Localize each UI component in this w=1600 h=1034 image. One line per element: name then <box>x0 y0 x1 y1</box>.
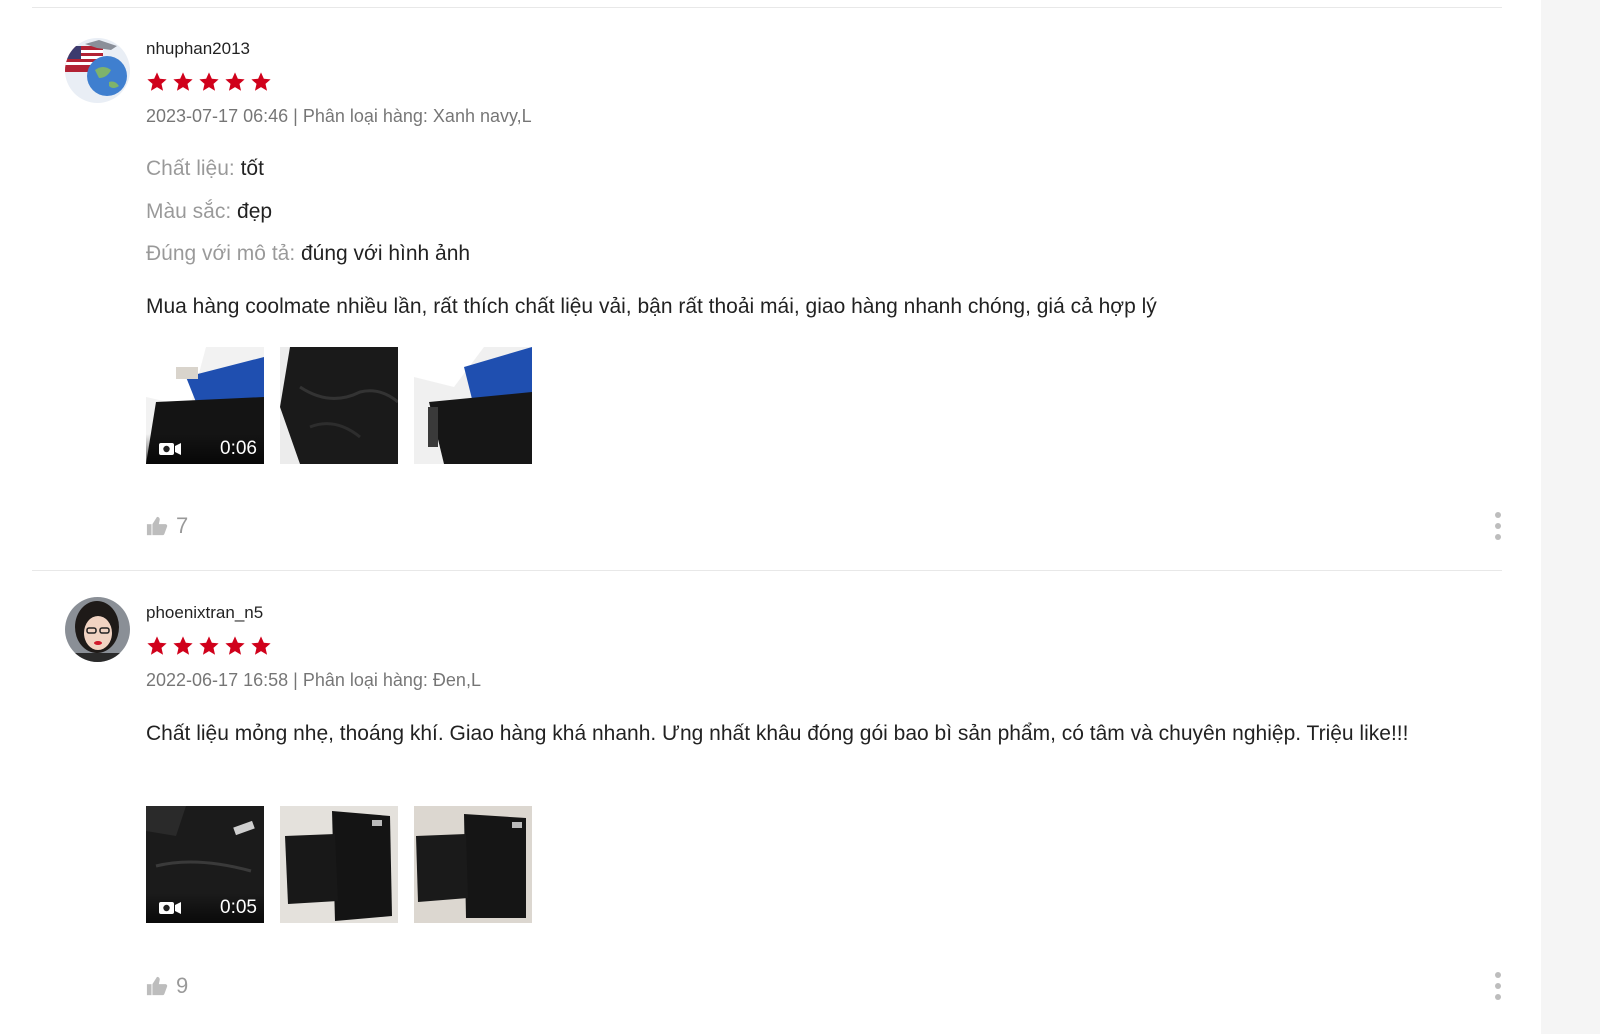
review-image-thumb[interactable] <box>414 806 532 923</box>
attribute-value: đúng với hình ảnh <box>301 242 471 265</box>
video-overlay: 0:05 <box>146 893 264 923</box>
more-dot-icon <box>1495 972 1501 978</box>
review-comment: Mua hàng coolmate nhiều lần, rất thích c… <box>146 295 1157 318</box>
review-datetime: 2022-06-17 16:58 <box>146 670 289 690</box>
more-dot-icon <box>1495 983 1501 989</box>
review-video-thumb[interactable]: 0:05 <box>146 806 264 923</box>
rating-stars <box>146 71 272 93</box>
thumbs-up-icon <box>146 516 168 536</box>
like-count: 7 <box>176 513 189 538</box>
review-meta: 2022-06-17 16:58 | Phân loại hàng: Đen,L <box>146 670 481 691</box>
thumbs-up-icon <box>146 976 168 996</box>
video-duration: 0:06 <box>220 438 257 459</box>
attribute-row: Đúng với mô tả: đúng với hình ảnh <box>146 242 470 266</box>
meta-separator: | <box>288 106 303 126</box>
more-dot-icon <box>1495 523 1501 529</box>
attribute-row: Màu sắc: đẹp <box>146 200 272 224</box>
review-author[interactable]: phoenixtran_n5 <box>146 603 263 623</box>
review-comment: Chất liệu mỏng nhẹ, thoáng khí. Giao hàn… <box>146 722 1409 745</box>
review-video-thumb[interactable]: 0:06 <box>146 347 264 464</box>
attribute-key: Màu sắc: <box>146 200 238 223</box>
attribute-value: tốt <box>240 157 264 180</box>
star-icon <box>173 72 193 91</box>
variation-value: Đen,L <box>432 670 481 690</box>
attribute-row: Chất liệu: tốt <box>146 157 264 181</box>
variation-label: Phân loại hàng: <box>302 670 433 690</box>
star-icon <box>199 72 219 91</box>
star-icon <box>199 636 219 655</box>
review-media: 0:06 <box>146 347 532 464</box>
attribute-key: Chất liệu: <box>146 157 241 180</box>
review-divider <box>32 7 1502 8</box>
meta-separator: | <box>288 670 303 690</box>
page-gutter <box>1541 0 1600 1034</box>
more-dot-icon <box>1495 994 1501 1000</box>
star-icon <box>225 636 245 655</box>
user-avatar[interactable] <box>65 597 130 662</box>
review-author[interactable]: nhuphan2013 <box>146 39 250 59</box>
review-meta: 2023-07-17 06:46 | Phân loại hàng: Xanh … <box>146 106 532 127</box>
video-duration: 0:05 <box>220 897 257 918</box>
like-button[interactable]: 9 <box>146 973 188 999</box>
variation-label: Phân loại hàng: <box>302 106 433 126</box>
review-divider <box>32 570 1502 571</box>
video-camera-icon <box>159 443 181 455</box>
review-datetime: 2023-07-17 06:46 <box>146 106 289 126</box>
star-icon <box>147 636 167 655</box>
attribute-value: đẹp <box>237 200 273 223</box>
video-overlay: 0:06 <box>146 434 264 464</box>
star-icon <box>147 72 167 91</box>
review-image-thumb[interactable] <box>280 806 398 923</box>
like-button[interactable]: 7 <box>146 513 188 539</box>
attribute-key: Đúng với mô tả: <box>146 242 301 265</box>
more-options-button[interactable] <box>1490 512 1506 540</box>
rating-stars <box>146 635 272 657</box>
more-options-button[interactable] <box>1490 972 1506 1000</box>
user-avatar[interactable] <box>65 38 130 103</box>
star-icon <box>251 636 271 655</box>
star-icon <box>251 72 271 91</box>
more-dot-icon <box>1495 512 1501 518</box>
like-count: 9 <box>176 973 189 998</box>
star-icon <box>173 636 193 655</box>
variation-value: Xanh navy,L <box>432 106 532 126</box>
review-media: 0:05 <box>146 806 532 923</box>
more-dot-icon <box>1495 534 1501 540</box>
review-image-thumb[interactable] <box>280 347 398 464</box>
star-icon <box>225 72 245 91</box>
video-camera-icon <box>159 902 181 914</box>
review-image-thumb[interactable] <box>414 347 532 464</box>
